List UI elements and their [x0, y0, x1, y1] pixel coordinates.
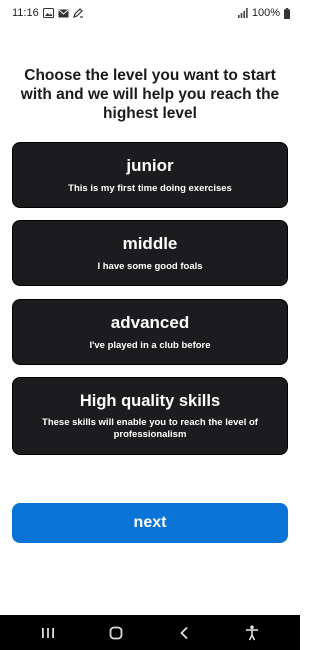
status-left: 11:16	[12, 7, 84, 19]
status-right: 100%	[237, 7, 290, 19]
level-card-advanced[interactable]: advanced I've played in a club before	[12, 299, 288, 365]
level-description: This is my first time doing exercises	[68, 182, 232, 194]
signal-icon	[237, 8, 248, 18]
level-title: High quality skills	[79, 392, 221, 410]
level-title: advanced	[110, 312, 190, 332]
recent-apps-icon[interactable]	[33, 618, 63, 648]
page-heading: Choose the level you want to start with …	[20, 67, 280, 122]
level-description: I've played in a club before	[89, 339, 211, 351]
edit-icon	[72, 8, 84, 18]
home-icon[interactable]	[101, 618, 131, 648]
back-icon[interactable]	[169, 618, 199, 648]
battery-icon	[284, 7, 290, 19]
next-button[interactable]: next	[12, 503, 288, 543]
level-card-high-quality-skills[interactable]: High quality skills These skills will en…	[12, 377, 288, 455]
status-bar: 11:16 100%	[0, 0, 300, 26]
status-time: 11:16	[12, 7, 39, 19]
gallery-icon	[42, 8, 54, 18]
level-title: middle	[122, 233, 178, 253]
level-description: I have some good foals	[97, 260, 203, 272]
mail-icon	[58, 9, 69, 18]
level-card-middle[interactable]: middle I have some good foals	[12, 220, 288, 286]
level-description: These skills will enable you to reach th…	[42, 417, 258, 440]
accessibility-icon[interactable]	[237, 618, 267, 648]
battery-percent: 100%	[251, 7, 280, 19]
system-nav-bar	[0, 615, 300, 650]
level-title: junior	[126, 155, 174, 175]
level-card-junior[interactable]: junior This is my first time doing exerc…	[12, 142, 288, 208]
